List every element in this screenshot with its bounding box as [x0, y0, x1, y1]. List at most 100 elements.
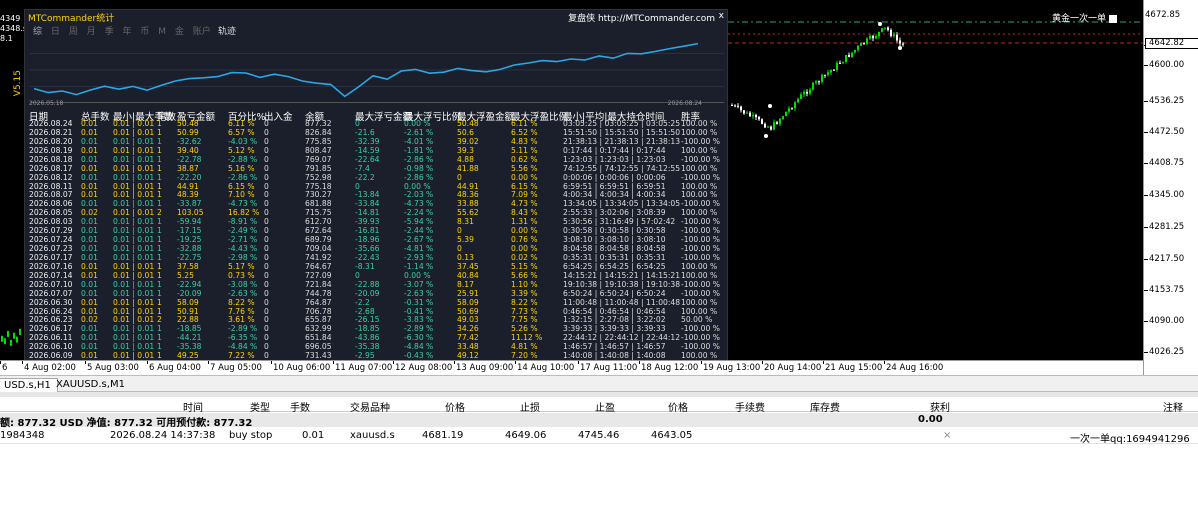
stats-cell: -22.2 [355, 172, 375, 182]
price-tick: 4345.00 [1149, 190, 1185, 200]
order-delete-icon[interactable]: × [943, 430, 951, 441]
col-time[interactable]: 时间 [183, 399, 203, 414]
candle-body [752, 114, 754, 117]
ea-status-icon [1109, 14, 1118, 23]
mtcommander-panel[interactable]: MTCommander统计 复盘侠 http://MTCommander.com… [24, 9, 728, 361]
panel-close-icon[interactable]: x [719, 11, 724, 21]
candle-body [743, 110, 745, 114]
candle-body [764, 123, 766, 128]
time-tick: 4 Aug 02:00 [24, 363, 76, 373]
price-tick: 4153.75 [1149, 285, 1185, 295]
candle-body [884, 27, 886, 29]
candle-body [863, 42, 865, 44]
tab-gold[interactable]: 金 [175, 27, 184, 37]
candle-body [758, 117, 760, 120]
stats-cell: 0.01 | 0.01 [113, 163, 155, 173]
col-price[interactable]: 价格 [445, 399, 465, 414]
trade-marker [878, 22, 882, 26]
col-swap[interactable]: 库存费 [810, 399, 840, 414]
tab-xauusd-m1[interactable]: XAUUSD.s,M1 [50, 378, 131, 392]
order-row[interactable]: 1984348 2026.08.24 14:37:38 buy stop 0.0… [0, 429, 1198, 445]
candle-body [872, 35, 874, 39]
candle-body [830, 69, 832, 73]
time-tick: 24 Aug 16:00 [886, 363, 944, 373]
price-axis[interactable]: 4600.00 4536.25 4472.50 4408.75 4345.00 4281.… [1143, 0, 1198, 375]
tab-week[interactable]: 周 [69, 27, 78, 37]
tab-month[interactable]: 月 [87, 27, 96, 37]
col-symbol[interactable]: 交易品种 [350, 399, 390, 414]
col-comment[interactable]: 注释 [1163, 399, 1183, 414]
col-cur-price[interactable]: 价格 [668, 399, 688, 414]
stats-cell: 25.91 [457, 288, 479, 298]
price-chart[interactable]: 4349 4348.s 8.1 V5.15 黄金一次一单 MTCommander… [0, 0, 1198, 375]
price-tick: 4600.00 [1149, 60, 1185, 70]
col-tp[interactable]: 止盈 [595, 399, 615, 414]
balance-row: 额: 877.32 USD 净值: 877.32 可用预付款: 877.32 0… [0, 413, 1198, 429]
time-tick: 5 Aug 03:00 [87, 363, 139, 373]
col-type[interactable]: 类型 [250, 399, 270, 414]
candle-body [827, 72, 829, 75]
col-commission[interactable]: 手续费 [735, 399, 765, 414]
col-volume[interactable]: 手数 [290, 399, 310, 414]
current-price-label: 4642.82 [1145, 38, 1198, 49]
stats-cell: 1 [157, 288, 162, 298]
tab-day[interactable]: 日 [51, 27, 60, 37]
time-tick: 11 Aug 07:00 [335, 363, 393, 373]
price-tick: 4217.50 [1149, 254, 1185, 264]
price-tick: 4408.75 [1149, 158, 1185, 168]
candle-body [809, 89, 811, 94]
stats-cell: -20.09 [355, 288, 380, 298]
order-tp: 4745.46 [578, 430, 620, 441]
candle-body [767, 126, 769, 128]
stats-cell: 2026.07.07 [29, 288, 73, 298]
tab-year[interactable]: 年 [122, 27, 131, 37]
candle-body [833, 69, 835, 71]
tab-account[interactable]: 账户 [193, 27, 211, 37]
panel-brand-link[interactable]: 复盘侠 http://MTCommander.com [568, 11, 715, 24]
candle-body [848, 54, 850, 57]
time-tick-mark [208, 361, 209, 364]
candle-body [785, 111, 787, 117]
tab-magic[interactable]: M [158, 27, 166, 37]
time-tick-mark [393, 361, 394, 364]
candle-body [746, 112, 748, 114]
candle-body [749, 112, 751, 117]
trade-marker [898, 46, 902, 50]
stats-cell: 2026.08.12 [29, 172, 73, 182]
candle-body [857, 45, 859, 50]
stats-cell: 1 [157, 172, 162, 182]
stats-cell: -20.09 [177, 288, 202, 298]
candle-body [791, 108, 793, 110]
stats-cell: -2.86 % [228, 172, 258, 182]
time-tick-mark [147, 361, 148, 364]
candle-body [818, 81, 820, 83]
terminal-splitter[interactable] [0, 392, 1198, 397]
candle-body [899, 40, 901, 44]
time-tick-mark [762, 361, 763, 364]
tab-currency[interactable]: 币 [140, 27, 149, 37]
price-tick-mark [1144, 65, 1148, 66]
order-time: 2026.08.24 14:37:38 [110, 430, 216, 441]
time-tick: 13 Aug 09:00 [456, 363, 514, 373]
tab-quarter[interactable]: 季 [105, 27, 114, 37]
stats-cell: 744.78 [305, 288, 332, 298]
stats-cell: 0.01 | 0.01 [113, 297, 155, 307]
time-tick: 17 Aug 11:00 [580, 363, 638, 373]
candle-body [851, 52, 853, 57]
stats-cell: -2.63 % [404, 288, 434, 298]
candle-body [887, 27, 889, 30]
col-profit[interactable]: 获利 [930, 399, 950, 414]
tab-summary[interactable]: 综 [33, 27, 42, 37]
price-tick-mark [1144, 101, 1148, 102]
col-sl[interactable]: 止损 [520, 399, 540, 414]
candle-body [776, 122, 778, 124]
symbol-name: 黄金一次一单 [1052, 14, 1107, 24]
price-tick-mark [1144, 290, 1148, 291]
stats-cell: 6:50:24 | 6:50:24 | 6:50:24 [563, 288, 666, 298]
curve-label: 轨迹 [218, 27, 237, 37]
candle-body [794, 102, 796, 109]
price-tick-mark [1144, 163, 1148, 164]
time-tick: 6 Aug 04:00 [149, 363, 201, 373]
time-axis[interactable]: 6 4 Aug 02:00 5 Aug 03:00 6 Aug 04:00 7 Aug … [0, 360, 1143, 375]
stats-cell: 5.56 % [511, 163, 538, 173]
